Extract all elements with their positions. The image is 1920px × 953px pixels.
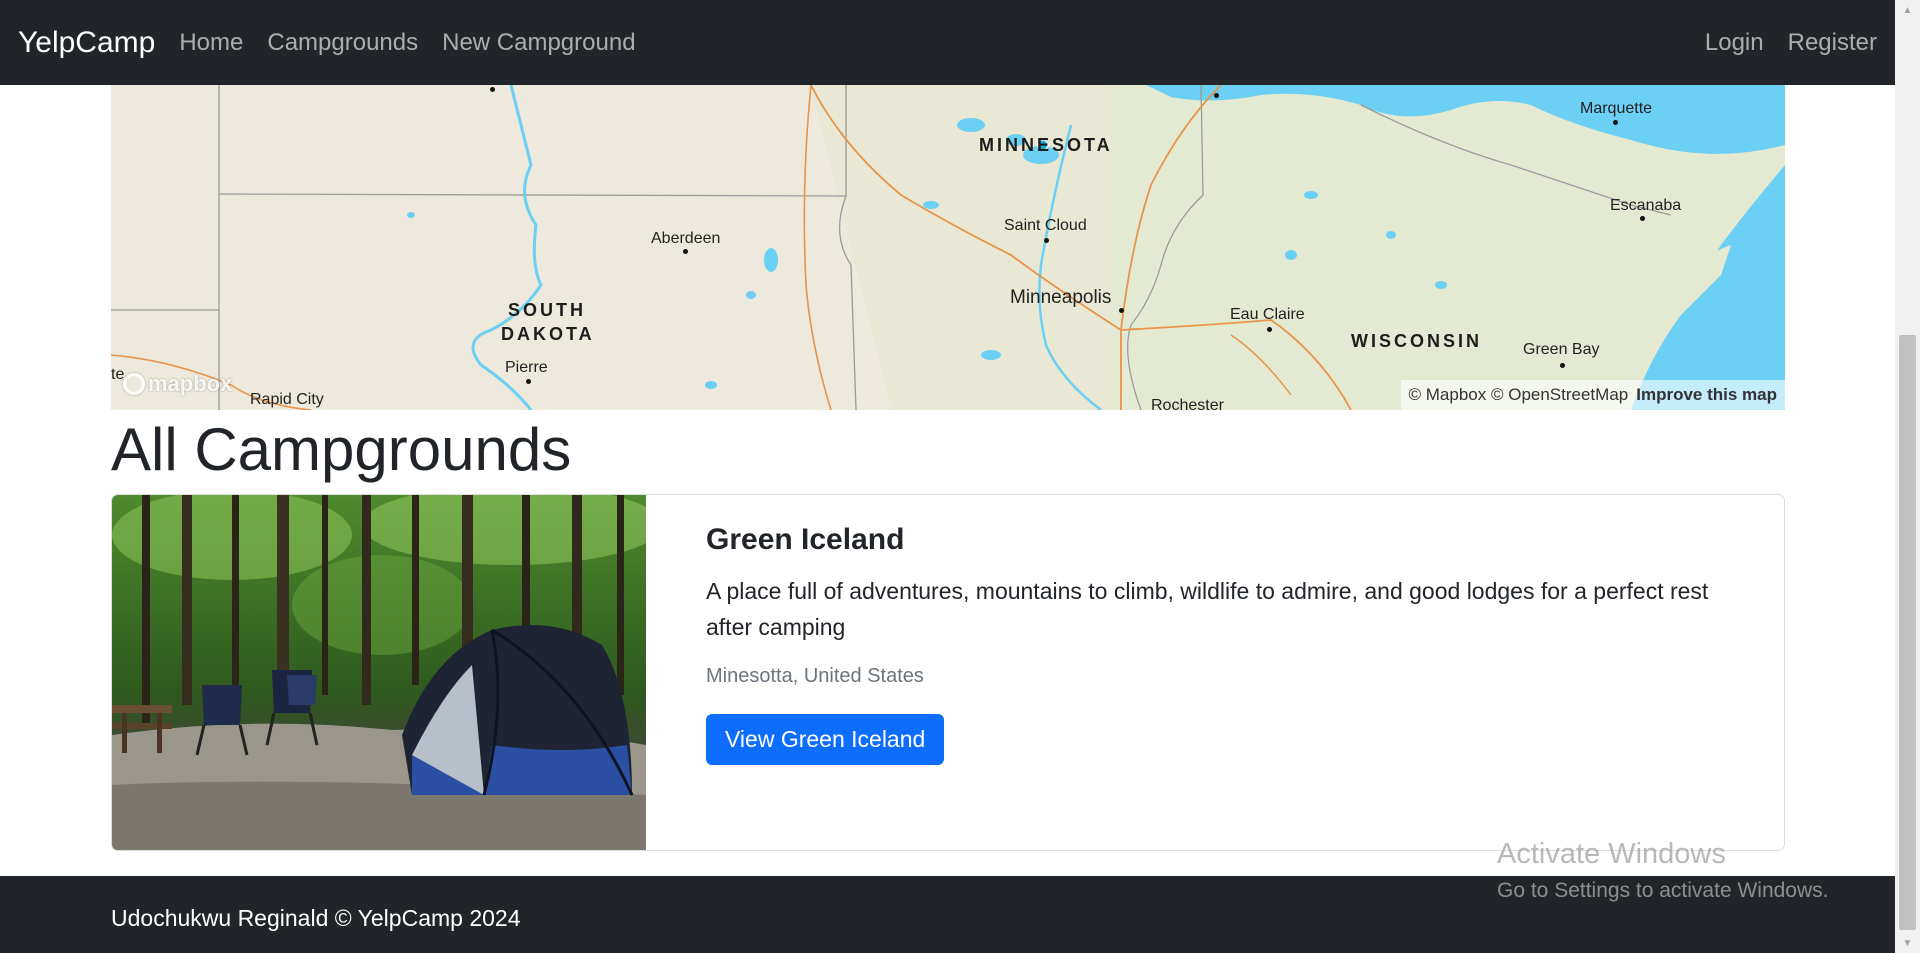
map-label-green-bay: Green Bay bbox=[1523, 341, 1600, 358]
scroll-down-icon[interactable]: ▼ bbox=[1895, 933, 1920, 953]
mapbox-logo-text: mapbox bbox=[148, 371, 233, 396]
nav-link-login[interactable]: Login bbox=[1705, 29, 1764, 57]
map-label-pierre: Pierre bbox=[505, 359, 548, 376]
campground-image bbox=[112, 495, 646, 850]
map-label-wisconsin: WISCONSIN bbox=[1351, 331, 1483, 351]
scrollbar-thumb[interactable] bbox=[1899, 335, 1916, 930]
map-attribution: © Mapbox © OpenStreetMap Improve this ma… bbox=[1400, 380, 1785, 410]
footer-text: Udochukwu Reginald © YelpCamp 2024 bbox=[111, 905, 521, 931]
navbar: YelpCamp Home Campgrounds New Campground… bbox=[0, 0, 1895, 85]
map-label-dakota: DAKOTA bbox=[501, 324, 595, 344]
map-label-marquette: Marquette bbox=[1580, 100, 1653, 117]
page-title: All Campgrounds bbox=[111, 416, 572, 483]
map-label-eau-claire: Eau Claire bbox=[1230, 306, 1305, 323]
nav-link-campgrounds[interactable]: Campgrounds bbox=[267, 29, 418, 57]
campground-title: Green Iceland bbox=[706, 523, 905, 556]
page-scrollbar[interactable]: ▲ ▼ bbox=[1895, 0, 1920, 953]
nav-link-home[interactable]: Home bbox=[179, 29, 243, 57]
map-label-escanaba: Escanaba bbox=[1610, 197, 1682, 214]
nav-link-register[interactable]: Register bbox=[1788, 29, 1877, 57]
map-city-dot bbox=[1267, 327, 1272, 332]
mapbox-logo[interactable]: mapbox bbox=[123, 371, 232, 397]
map-label-minnesota: MINNESOTA bbox=[979, 135, 1113, 155]
map-label-minneapolis: Minneapolis bbox=[1010, 287, 1112, 308]
map-city-dot bbox=[1119, 308, 1124, 313]
map-city-dot bbox=[1640, 216, 1645, 221]
campground-location: Minesotta, United States bbox=[706, 665, 924, 687]
map-label-saint-cloud: Saint Cloud bbox=[1004, 217, 1087, 234]
campground-card-body: Green Iceland A place full of adventures… bbox=[706, 523, 1736, 765]
mapbox-logo-icon bbox=[123, 373, 145, 395]
brand-link[interactable]: YelpCamp bbox=[18, 26, 155, 60]
map-label-rochester: Rochester bbox=[1151, 397, 1224, 410]
improve-map-link[interactable]: Improve this map bbox=[1636, 385, 1777, 405]
view-campground-button[interactable]: View Green Iceland bbox=[706, 714, 945, 765]
map-tiles bbox=[111, 85, 1785, 410]
map-city-dot bbox=[490, 87, 495, 92]
activate-windows-title: Activate Windows bbox=[1497, 838, 1726, 870]
map-label-rapid-city: Rapid City bbox=[250, 391, 324, 408]
map-label-south: SOUTH bbox=[508, 300, 586, 320]
scroll-up-icon[interactable]: ▲ bbox=[1895, 0, 1920, 20]
activate-windows-subtitle: Go to Settings to activate Windows. bbox=[1497, 879, 1829, 902]
map-attribution-text[interactable]: © Mapbox © OpenStreetMap bbox=[1409, 385, 1629, 405]
campground-card: Green Iceland A place full of adventures… bbox=[111, 494, 1785, 851]
navbar-auth-links: Login Register bbox=[1681, 29, 1877, 57]
map-city-dot bbox=[526, 379, 531, 384]
cluster-map[interactable]: MINNESOTA SOUTH DAKOTA WISCONSIN Marquet… bbox=[111, 85, 1785, 410]
campground-description: A place full of adventures, mountains to… bbox=[706, 578, 1709, 640]
map-label-aberdeen: Aberdeen bbox=[651, 230, 721, 247]
map-city-dot bbox=[1044, 238, 1049, 243]
nav-link-new-campground[interactable]: New Campground bbox=[442, 29, 635, 57]
map-city-dot bbox=[683, 249, 688, 254]
map-city-dot bbox=[1560, 363, 1565, 368]
map-city-dot bbox=[1613, 120, 1618, 125]
map-city-dot bbox=[1214, 93, 1219, 98]
